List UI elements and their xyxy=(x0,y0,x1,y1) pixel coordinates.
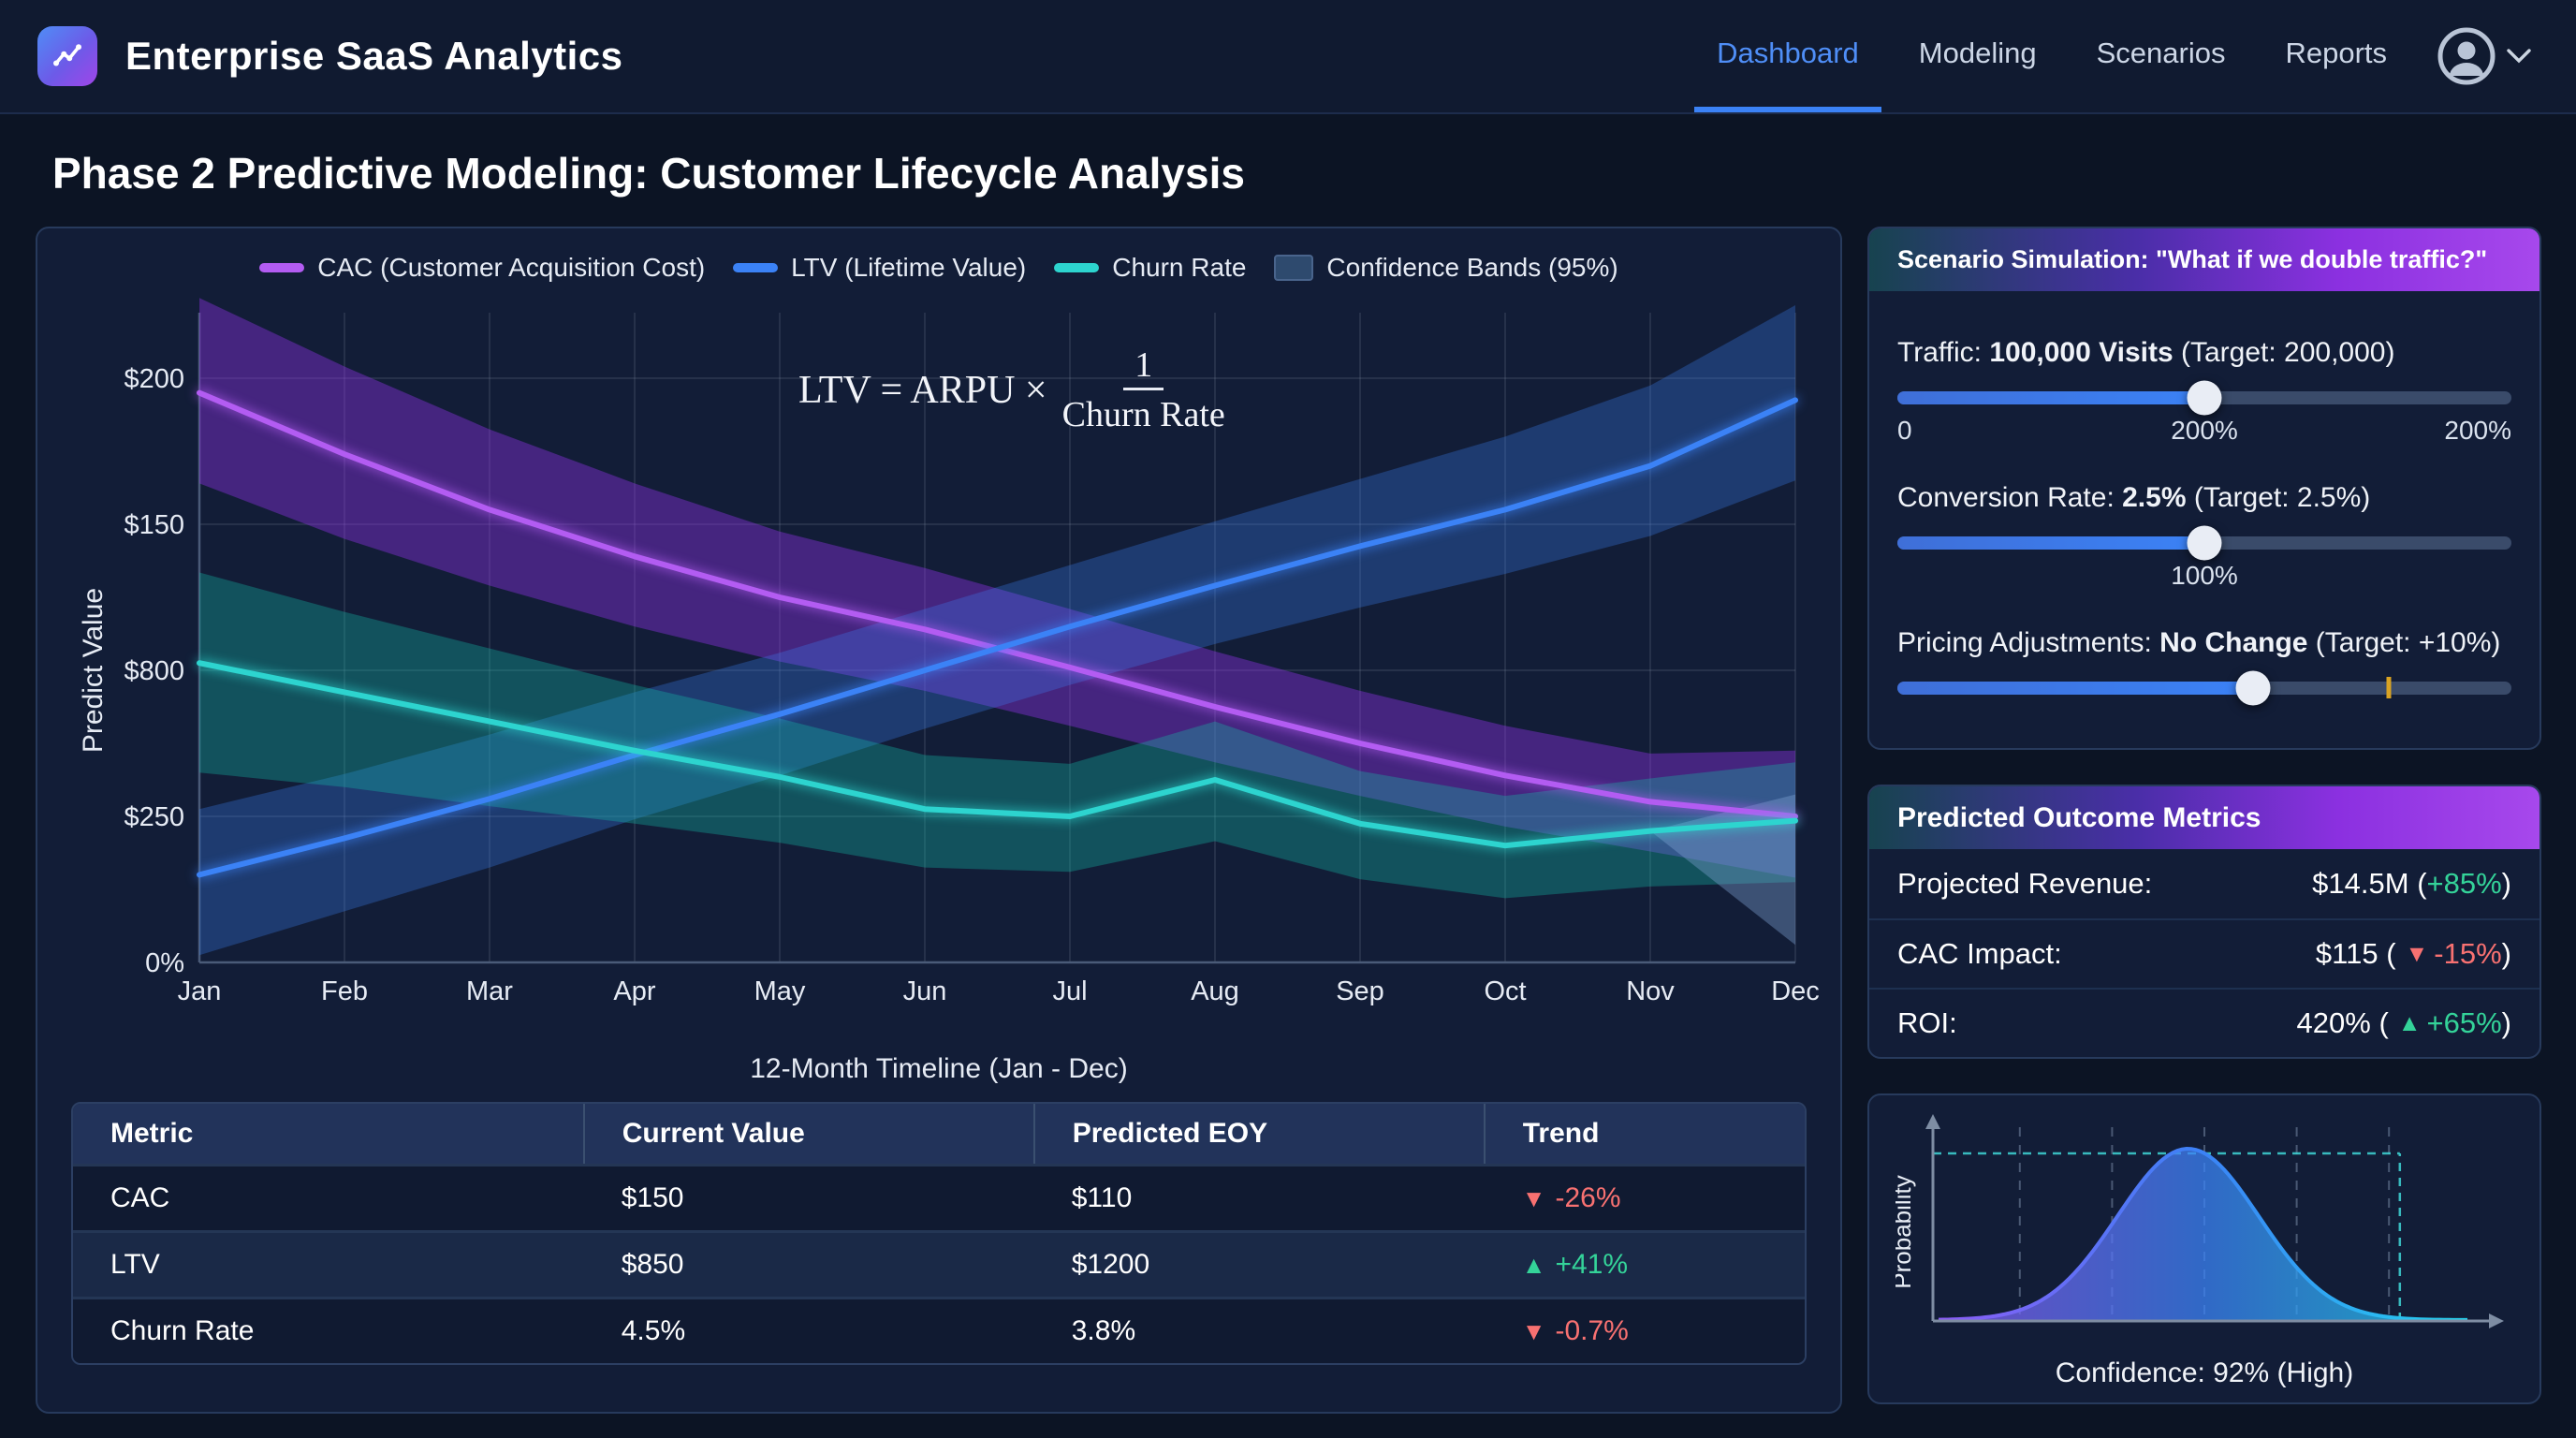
metrics-table: Metric Current Value Predicted EOY Trend… xyxy=(71,1102,1807,1365)
trend-down-icon: ▼ xyxy=(1522,1184,1546,1212)
conversion-slider-group: Conversion Rate: 2.5% (Target: 2.5%) 100… xyxy=(1897,482,2511,593)
traffic-slider-group: Traffic: 100,000 Visits (Target: 200,000… xyxy=(1897,337,2511,448)
trend-up-icon: ▲ xyxy=(1522,1251,1546,1279)
y-tick-label: $800 xyxy=(124,656,184,686)
metric-row-cac-impact: CAC Impact: $115 (▼-15%) xyxy=(1869,918,2539,988)
x-axis-title: 12-Month Timeline (Jan - Dec) xyxy=(51,1053,1827,1085)
y-axis-title: Predict Value xyxy=(78,588,109,753)
metric-row-roi: ROI: 420% (▲+65%) xyxy=(1869,988,2539,1057)
cac-swatch xyxy=(259,263,304,272)
traffic-slider[interactable] xyxy=(1897,391,2511,404)
user-avatar-icon[interactable] xyxy=(2437,27,2496,85)
legend-item-cac: CAC (Customer Acquisition Cost) xyxy=(259,253,705,283)
trend-down-icon: ▼ xyxy=(2406,941,2429,968)
app-logo-chart-icon xyxy=(37,26,97,86)
outcome-panel-header: Predicted Outcome Metrics xyxy=(1869,786,2539,849)
top-nav-bar: Enterprise SaaS Analytics Dashboard Mode… xyxy=(0,0,2576,114)
col-metric: Metric xyxy=(73,1104,584,1166)
confidence-caption: Confidence: 92% (High) xyxy=(1895,1357,2513,1389)
conversion-slider[interactable] xyxy=(1897,536,2511,550)
trend-down-icon: ▼ xyxy=(1522,1317,1546,1345)
chart-legend: CAC (Customer Acquisition Cost) LTV (Lif… xyxy=(51,253,1827,283)
x-tick-label: May xyxy=(754,976,806,1006)
user-menu[interactable] xyxy=(2437,0,2531,112)
col-trend: Trend xyxy=(1485,1104,1805,1166)
y-tick-label: $200 xyxy=(124,364,184,394)
x-tick-label: Jan xyxy=(178,976,222,1006)
trend-up-icon: ▲ xyxy=(2398,1010,2422,1037)
x-tick-label: Jun xyxy=(903,976,947,1006)
table-header-row: Metric Current Value Predicted EOY Trend xyxy=(73,1104,1805,1166)
churn-swatch xyxy=(1054,263,1099,272)
y-tick-label: $150 xyxy=(124,510,184,540)
predicted-outcome-panel: Predicted Outcome Metrics Projected Reve… xyxy=(1867,785,2541,1059)
x-tick-label: Sep xyxy=(1336,976,1384,1006)
probability-axis-label: Probability xyxy=(1895,1175,1916,1288)
metric-row-revenue: Projected Revenue: $14.5M (+85%) xyxy=(1869,849,2539,918)
chevron-down-icon[interactable] xyxy=(2507,49,2531,64)
nav-tab-reports[interactable]: Reports xyxy=(2262,0,2409,112)
main-nav: Dashboard Modeling Scenarios Reports xyxy=(1694,0,2409,112)
x-tick-label: Aug xyxy=(1191,976,1239,1006)
table-row-cac: CAC $150 $110 ▼-26% xyxy=(73,1166,1805,1232)
pricing-slider-group: Pricing Adjustments: No Change (Target: … xyxy=(1897,627,2511,695)
ltv-swatch xyxy=(733,263,778,272)
ltv-formula: LTV = ARPU × 1 Churn Rate xyxy=(798,345,1225,435)
table-row-churn: Churn Rate 4.5% 3.8% ▼-0.7% xyxy=(73,1299,1805,1364)
app-title: Enterprise SaaS Analytics xyxy=(125,34,623,79)
line-chart-icon xyxy=(51,39,84,73)
col-current: Current Value xyxy=(584,1104,1034,1166)
pricing-slider[interactable] xyxy=(1897,682,2511,695)
trend-cell: ▼-26% xyxy=(1485,1166,1805,1232)
confidence-distribution-panel: Probability Confidence: 92% (High) xyxy=(1867,1093,2541,1404)
nav-tab-scenarios[interactable]: Scenarios xyxy=(2074,0,2248,112)
conversion-slider-knob[interactable] xyxy=(2188,526,2222,561)
x-tick-label: Dec xyxy=(1771,976,1819,1006)
page-title: Phase 2 Predictive Modeling: Customer Li… xyxy=(52,148,2576,198)
lifecycle-chart-panel: CAC (Customer Acquisition Cost) LTV (Lif… xyxy=(36,227,1842,1414)
pricing-target-marker xyxy=(2386,677,2391,698)
legend-item-churn: Churn Rate xyxy=(1054,253,1246,283)
traffic-slider-knob[interactable] xyxy=(2188,381,2222,416)
scenario-panel-header: Scenario Simulation: "What if we double … xyxy=(1869,228,2539,291)
trend-cell: ▼-0.7% xyxy=(1485,1299,1805,1364)
legend-item-confidence-bands: Confidence Bands (95%) xyxy=(1274,253,1617,283)
legend-item-ltv: LTV (Lifetime Value) xyxy=(733,253,1026,283)
x-axis-arrow xyxy=(2489,1313,2504,1328)
x-tick-label: Apr xyxy=(613,976,655,1006)
scenario-simulation-panel: Scenario Simulation: "What if we double … xyxy=(1867,227,2541,750)
trend-cell: ▲+41% xyxy=(1485,1232,1805,1299)
x-tick-label: Feb xyxy=(321,976,368,1006)
table-row-ltv: LTV $850 $1200 ▲+41% xyxy=(73,1232,1805,1299)
x-tick-label: Nov xyxy=(1626,976,1675,1006)
y-tick-label: $250 xyxy=(124,802,184,832)
x-tick-label: Oct xyxy=(1484,976,1526,1006)
col-eoy: Predicted EOY xyxy=(1034,1104,1485,1166)
nav-tab-modeling[interactable]: Modeling xyxy=(1896,0,2059,112)
pricing-slider-knob[interactable] xyxy=(2236,671,2271,706)
nav-tab-dashboard[interactable]: Dashboard xyxy=(1694,0,1881,112)
x-tick-label: Mar xyxy=(466,976,513,1006)
y-axis-arrow xyxy=(1925,1114,1940,1129)
confidence-bell-chart: Probability xyxy=(1895,1110,2513,1349)
band-swatch xyxy=(1274,255,1313,281)
x-tick-label: Jul xyxy=(1052,976,1087,1006)
y-tick-label: 0% xyxy=(145,948,184,978)
